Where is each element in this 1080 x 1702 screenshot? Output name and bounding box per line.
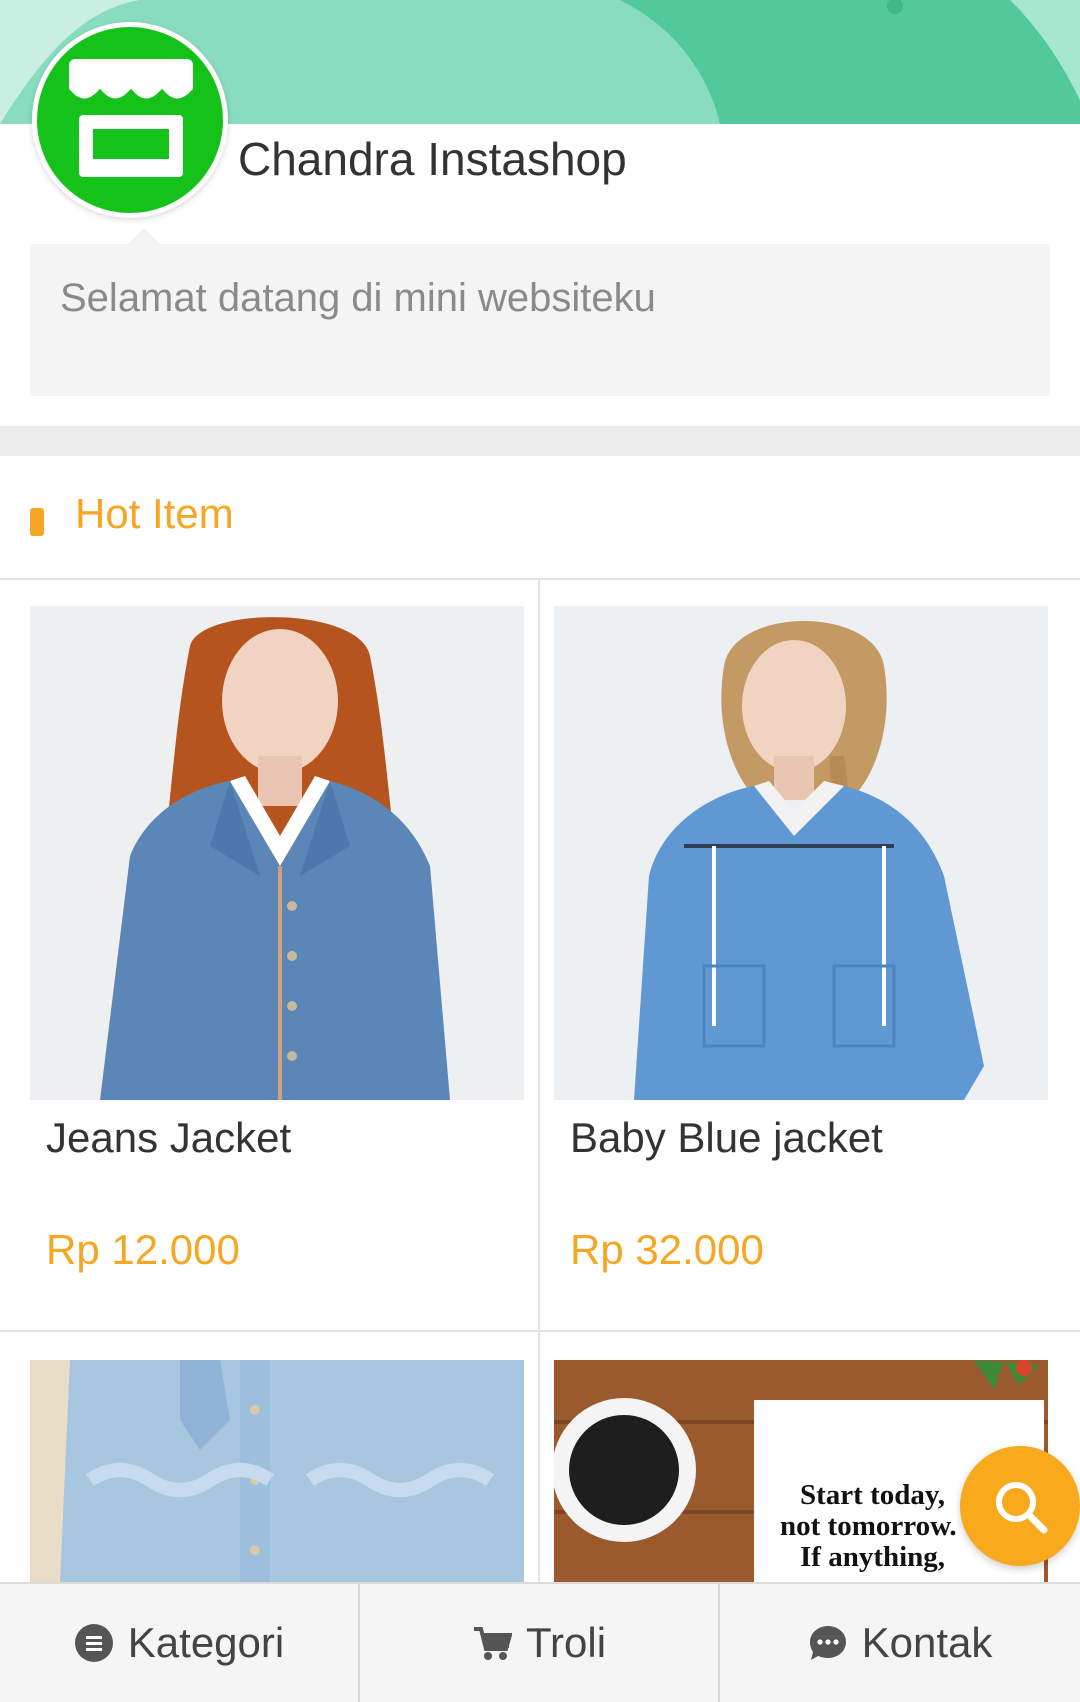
shop-avatar[interactable] xyxy=(32,22,228,218)
product-price: Rp 12.000 xyxy=(46,1226,240,1273)
storefront-icon xyxy=(67,59,195,177)
list-icon xyxy=(74,1624,113,1662)
product-title[interactable]: Jeans Jacket xyxy=(46,1114,291,1162)
nav-kontak[interactable]: Kontak xyxy=(720,1584,1080,1702)
shop-name: Chandra Instashop xyxy=(238,133,627,185)
product-card[interactable]: Jeans Jacket Rp 12.000 xyxy=(30,606,524,1306)
grid-divider-vertical xyxy=(538,578,540,1700)
chat-icon xyxy=(809,1626,846,1660)
bottom-navigation: Kategori Troli Kontak xyxy=(0,1582,1080,1702)
grid-divider-horizontal xyxy=(0,1330,1080,1332)
nav-label: Kategori xyxy=(127,1619,285,1666)
section-header: Hot Item xyxy=(0,456,1080,580)
poster-line: If anything, xyxy=(800,1541,946,1573)
search-button[interactable] xyxy=(960,1446,1080,1566)
product-card[interactable]: Baby Blue jacket Rp 32.000 xyxy=(554,606,1048,1306)
welcome-message: Selamat datang di mini websiteku xyxy=(60,276,656,320)
poster-text: Start today, not tomorrow. If anything, xyxy=(780,1479,957,1573)
nav-troli[interactable]: Troli xyxy=(360,1584,718,1702)
product-image[interactable] xyxy=(554,606,1048,1100)
product-price: Rp 32.000 xyxy=(570,1226,764,1273)
section-title: Hot Item xyxy=(75,490,234,537)
product-card[interactable] xyxy=(30,1360,524,1590)
poster-line: Start today, xyxy=(800,1479,945,1511)
poster-line: not tomorrow. xyxy=(780,1510,957,1542)
welcome-message-box: Selamat datang di mini websiteku xyxy=(30,228,1050,396)
product-image[interactable] xyxy=(30,1360,524,1582)
product-title[interactable]: Baby Blue jacket xyxy=(570,1114,883,1162)
nav-kategori[interactable]: Kategori xyxy=(0,1584,358,1702)
cart-icon xyxy=(473,1627,512,1660)
nav-label: Troli xyxy=(525,1619,607,1666)
search-icon xyxy=(996,1482,1048,1534)
product-image[interactable] xyxy=(30,606,524,1100)
section-marker xyxy=(30,508,44,536)
nav-label: Kontak xyxy=(861,1619,993,1666)
section-divider xyxy=(0,426,1080,456)
